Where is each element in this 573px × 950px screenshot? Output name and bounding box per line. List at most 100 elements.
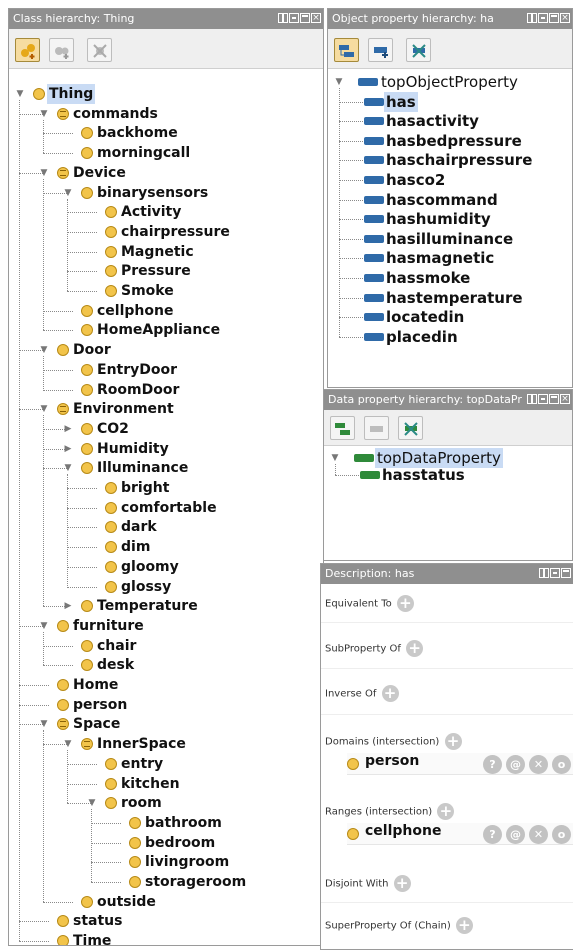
object-property-tree: ▼ topObjectProperty has hasactivity hasbedpr… — [328, 70, 572, 387]
maximize-button[interactable] — [561, 568, 571, 578]
split-view-button[interactable] — [278, 13, 288, 23]
class-label: EntryDoor — [97, 361, 178, 378]
tree-connector — [43, 645, 73, 647]
class-label: gloomy — [121, 558, 179, 575]
collapse-toggle-icon[interactable]: ▼ — [63, 183, 73, 203]
add-inverse-button[interactable]: + — [381, 685, 399, 702]
minimize-button[interactable] — [538, 394, 548, 404]
add-sibling-class-icon — [55, 47, 69, 59]
class-icon — [105, 501, 117, 514]
class-label: bright — [121, 480, 170, 496]
class-label: RoomDoor — [97, 381, 180, 398]
delete-range-button[interactable]: ✕ — [529, 825, 548, 844]
tree-connector — [67, 251, 97, 253]
expand-toggle-icon[interactable]: ▶ — [63, 596, 73, 616]
collapse-toggle-icon[interactable]: ▼ — [15, 84, 25, 104]
class-icon — [81, 304, 93, 317]
collapse-toggle-icon[interactable]: ▼ — [39, 163, 49, 183]
minimize-button[interactable] — [289, 13, 299, 23]
class-icon — [81, 659, 93, 672]
split-view-button[interactable] — [539, 568, 549, 578]
collapse-toggle-icon[interactable]: ▼ — [39, 399, 49, 419]
tree-connector — [339, 278, 365, 279]
close-button[interactable]: × — [560, 13, 570, 23]
minimize-button[interactable] — [538, 13, 548, 23]
class-label: room — [121, 795, 162, 812]
maximize-button[interactable] — [300, 13, 310, 23]
expand-toggle-icon[interactable]: ▶ — [63, 439, 73, 459]
description-title: Description: has — [325, 567, 415, 580]
annotate-button[interactable]: @ — [506, 755, 525, 774]
property-label: haschairpressure — [386, 151, 533, 170]
property-label: locatedin — [386, 308, 465, 327]
add-range-button[interactable]: + — [437, 803, 455, 820]
class-icon — [81, 462, 93, 475]
close-button[interactable]: × — [311, 13, 321, 23]
tree-connector — [43, 330, 73, 332]
maximize-button[interactable] — [549, 394, 559, 404]
delete-class-button[interactable] — [87, 38, 112, 62]
maximize-button[interactable] — [549, 13, 559, 23]
collapse-toggle-icon[interactable]: ▼ — [39, 714, 49, 734]
collapse-toggle-icon[interactable]: ▼ — [39, 616, 49, 636]
tree-connector — [67, 783, 97, 785]
class-label: dim — [121, 539, 151, 556]
subproperty-of-label: SubProperty Of — [325, 643, 401, 655]
add-sibling-class-button[interactable] — [49, 38, 74, 62]
add-sibling-data-property-button[interactable] — [364, 416, 389, 440]
disjoint-with-label: Disjoint With — [325, 878, 389, 890]
class-icon — [81, 442, 93, 455]
add-sub-data-property-button[interactable] — [330, 416, 355, 440]
class-icon — [129, 876, 141, 888]
close-button[interactable]: × — [560, 394, 570, 404]
class-label: Thing — [47, 84, 96, 104]
explain-button[interactable]: ? — [483, 755, 502, 774]
collapse-toggle-icon[interactable]: ▼ — [87, 793, 97, 813]
collapse-toggle-icon[interactable]: ▼ — [63, 734, 73, 754]
class-icon — [105, 580, 117, 593]
add-subclass-button[interactable] — [15, 38, 40, 62]
class-label: status — [73, 913, 123, 930]
delete-data-property-icon — [404, 422, 418, 436]
add-superproperty-chain-button[interactable]: + — [455, 917, 473, 934]
collapse-toggle-icon[interactable]: ▼ — [63, 458, 73, 478]
tree-connector — [339, 317, 365, 319]
class-label: dark — [121, 519, 157, 536]
class-icon — [81, 600, 93, 613]
range-entry[interactable]: cellphone ? @ ✕ o — [347, 823, 573, 845]
expand-toggle-icon[interactable]: ▶ — [63, 419, 73, 439]
ranges-section: Ranges (intersection) + — [325, 803, 455, 820]
add-sibling-property-button[interactable] — [368, 38, 393, 62]
class-label: CO2 — [97, 420, 129, 437]
tree-connector — [91, 809, 92, 882]
split-view-button[interactable] — [527, 394, 537, 404]
add-subproperty-button[interactable]: + — [406, 640, 424, 657]
edit-range-button[interactable]: o — [552, 825, 571, 844]
class-icon — [81, 324, 93, 337]
class-label: binarysensors — [97, 184, 209, 201]
property-label: hasbedpressure — [386, 131, 522, 150]
split-view-button[interactable] — [527, 13, 537, 23]
collapse-toggle-icon[interactable]: ▼ — [39, 104, 49, 124]
class-label: chair — [97, 637, 137, 654]
add-domain-button[interactable]: + — [444, 733, 462, 750]
domain-entry[interactable]: person ? @ ✕ o — [347, 753, 573, 775]
property-label: hasmagnetic — [386, 249, 495, 268]
minimize-button[interactable] — [550, 568, 560, 578]
delete-domain-button[interactable]: ✕ — [529, 755, 548, 774]
class-hierarchy-panel: Class hierarchy: Thing × ▼ Thing ▼ commands… — [8, 8, 324, 946]
add-equivalent-button[interactable]: + — [396, 595, 414, 612]
domains-label: Domains (intersection) — [325, 736, 440, 748]
property-label: hasco2 — [386, 171, 446, 189]
add-disjoint-button[interactable]: + — [393, 875, 411, 892]
add-sub-property-button[interactable] — [334, 38, 359, 62]
annotate-button[interactable]: @ — [506, 825, 525, 844]
tree-connector — [339, 160, 365, 162]
delete-property-button[interactable] — [406, 38, 431, 62]
edit-domain-button[interactable]: o — [552, 755, 571, 774]
explain-button[interactable]: ? — [483, 825, 502, 844]
tree-connector — [19, 100, 20, 942]
collapse-toggle-icon[interactable]: ▼ — [39, 340, 49, 360]
tree-connector — [43, 631, 44, 666]
delete-data-property-button[interactable] — [398, 416, 423, 440]
